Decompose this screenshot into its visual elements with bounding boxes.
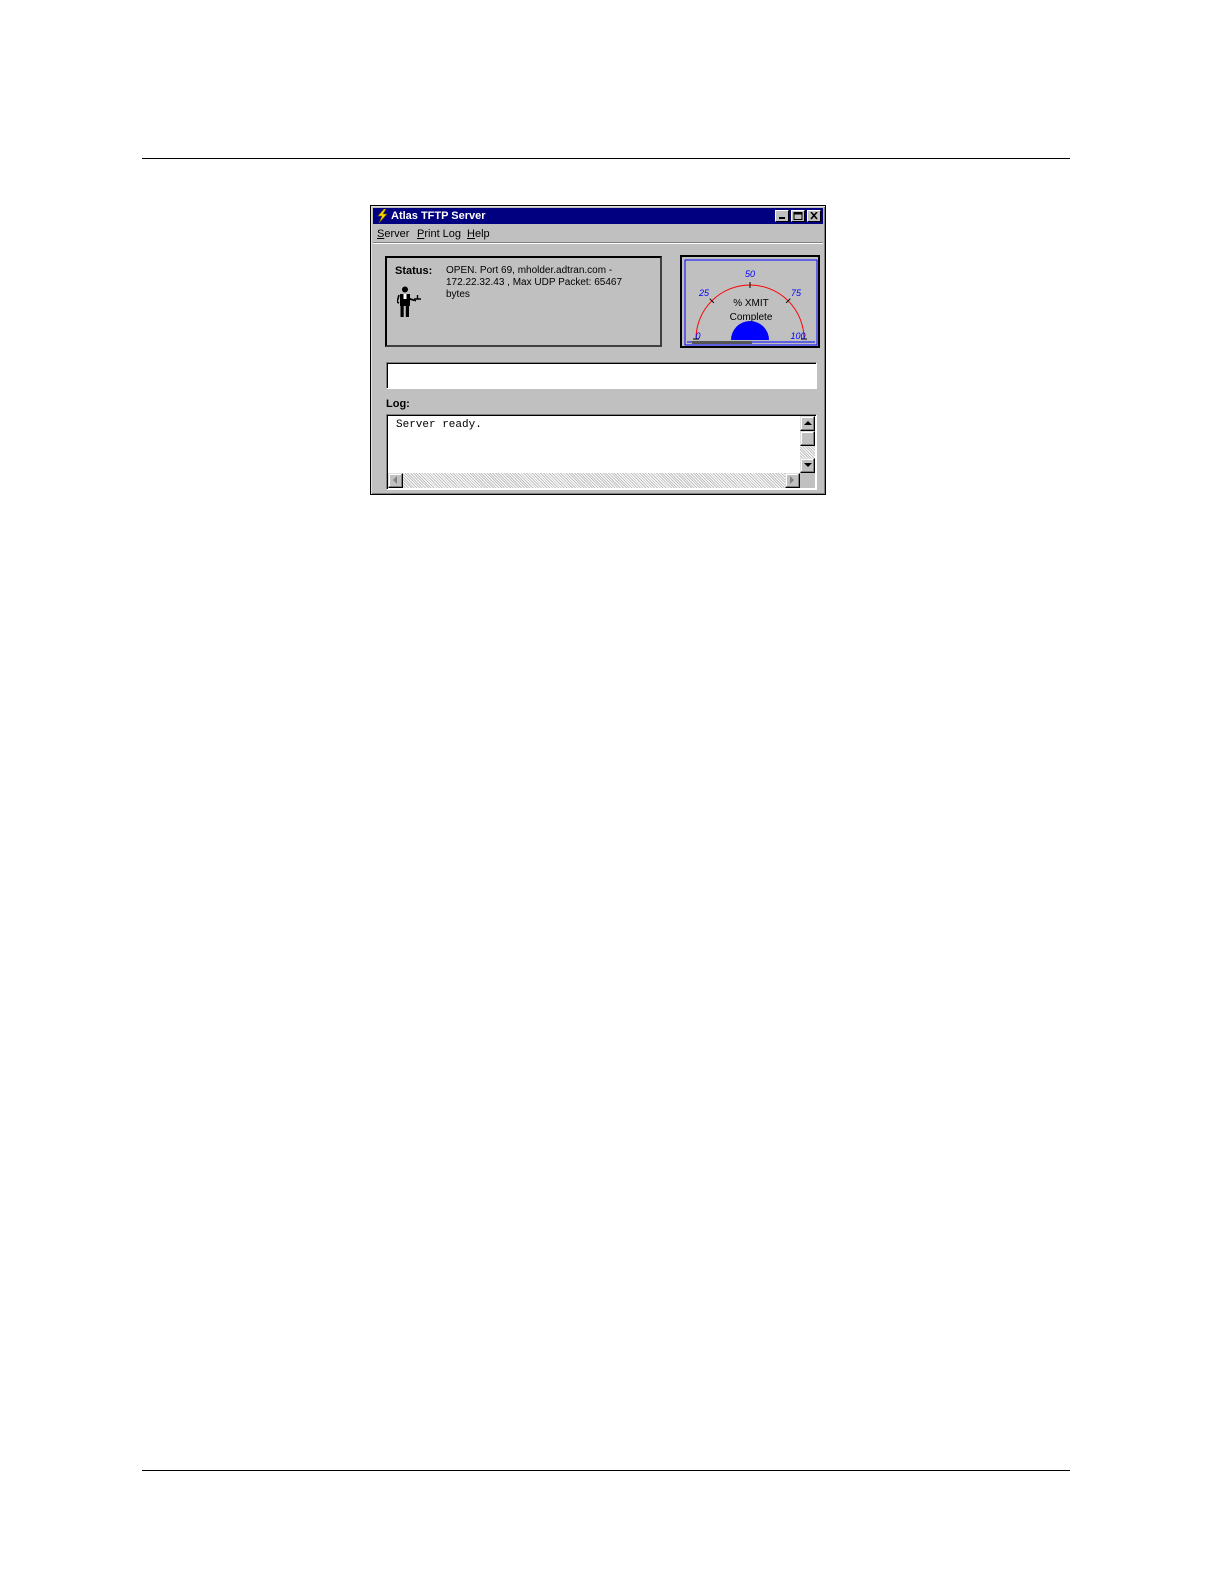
transfer-file-field[interactable] — [386, 362, 817, 389]
log-textarea[interactable]: Server ready. — [386, 414, 817, 490]
menu-bar: Server Print Log Help — [373, 226, 823, 242]
scroll-up-button[interactable] — [800, 416, 815, 431]
gauge-tick-label: 50 — [745, 269, 755, 279]
gauge-tick-label: 25 — [698, 288, 710, 298]
gauge-tick-label: 100 — [790, 331, 805, 341]
page-bottom-rule — [142, 1470, 1070, 1471]
title-bar[interactable]: Atlas TFTP Server — [373, 208, 823, 224]
tftp-server-window: Atlas TFTP Server Server Print Log Help … — [370, 205, 826, 495]
gauge-tick-label: 0 — [695, 331, 700, 341]
menu-server[interactable]: Server — [377, 226, 409, 242]
maximize-icon — [793, 212, 803, 220]
status-label: Status: — [395, 265, 433, 277]
scroll-left-button[interactable] — [388, 473, 403, 488]
status-panel: Status: OPEN. Port 69, mholder.adtran.co… — [385, 256, 662, 347]
vertical-scroll-thumb[interactable] — [800, 431, 815, 446]
scrollbar-corner — [800, 473, 815, 488]
menu-help[interactable]: Help — [467, 226, 490, 242]
scroll-right-button[interactable] — [785, 473, 800, 488]
close-icon — [810, 212, 818, 220]
log-vertical-scrollbar[interactable] — [800, 416, 815, 473]
maximize-button[interactable] — [791, 210, 805, 222]
menu-server-label: erver — [384, 228, 410, 240]
arrow-down-icon — [804, 463, 812, 467]
waiter-icon — [397, 286, 421, 317]
gauge-tick-label: 75 — [791, 288, 802, 298]
gauge-canvas: 0 25 50 75 100 % XMIT Complete — [684, 259, 818, 346]
arrow-up-icon — [804, 421, 812, 425]
log-line: Server ready. — [396, 419, 482, 431]
log-horizontal-scrollbar[interactable] — [388, 473, 800, 488]
menu-help-label: elp — [474, 228, 490, 240]
gauge-needle-hub — [731, 321, 769, 340]
gauge-progress-bar — [692, 341, 752, 344]
close-button[interactable] — [807, 210, 821, 222]
log-label: Log: — [386, 398, 410, 410]
xmit-gauge: 0 25 50 75 100 % XMIT Complete — [680, 255, 820, 348]
gauge-caption-line2: Complete — [730, 312, 773, 323]
minimize-icon — [779, 217, 785, 219]
menu-print-log[interactable]: Print Log — [417, 226, 461, 242]
page-top-rule — [142, 158, 1070, 159]
arrow-left-icon — [393, 476, 397, 484]
menu-help-mnemonic: H — [467, 228, 475, 240]
status-text: OPEN. Port 69, mholder.adtran.com - 172.… — [446, 265, 623, 300]
gauge-caption-line1: % XMIT — [733, 298, 769, 309]
minimize-button[interactable] — [775, 210, 789, 222]
scroll-down-button[interactable] — [800, 458, 815, 473]
arrow-right-icon — [790, 476, 794, 484]
menu-separator — [373, 242, 823, 244]
lightning-icon — [377, 209, 388, 223]
menu-print-log-label: rint Log — [424, 228, 462, 240]
window-title: Atlas TFTP Server — [391, 210, 486, 222]
